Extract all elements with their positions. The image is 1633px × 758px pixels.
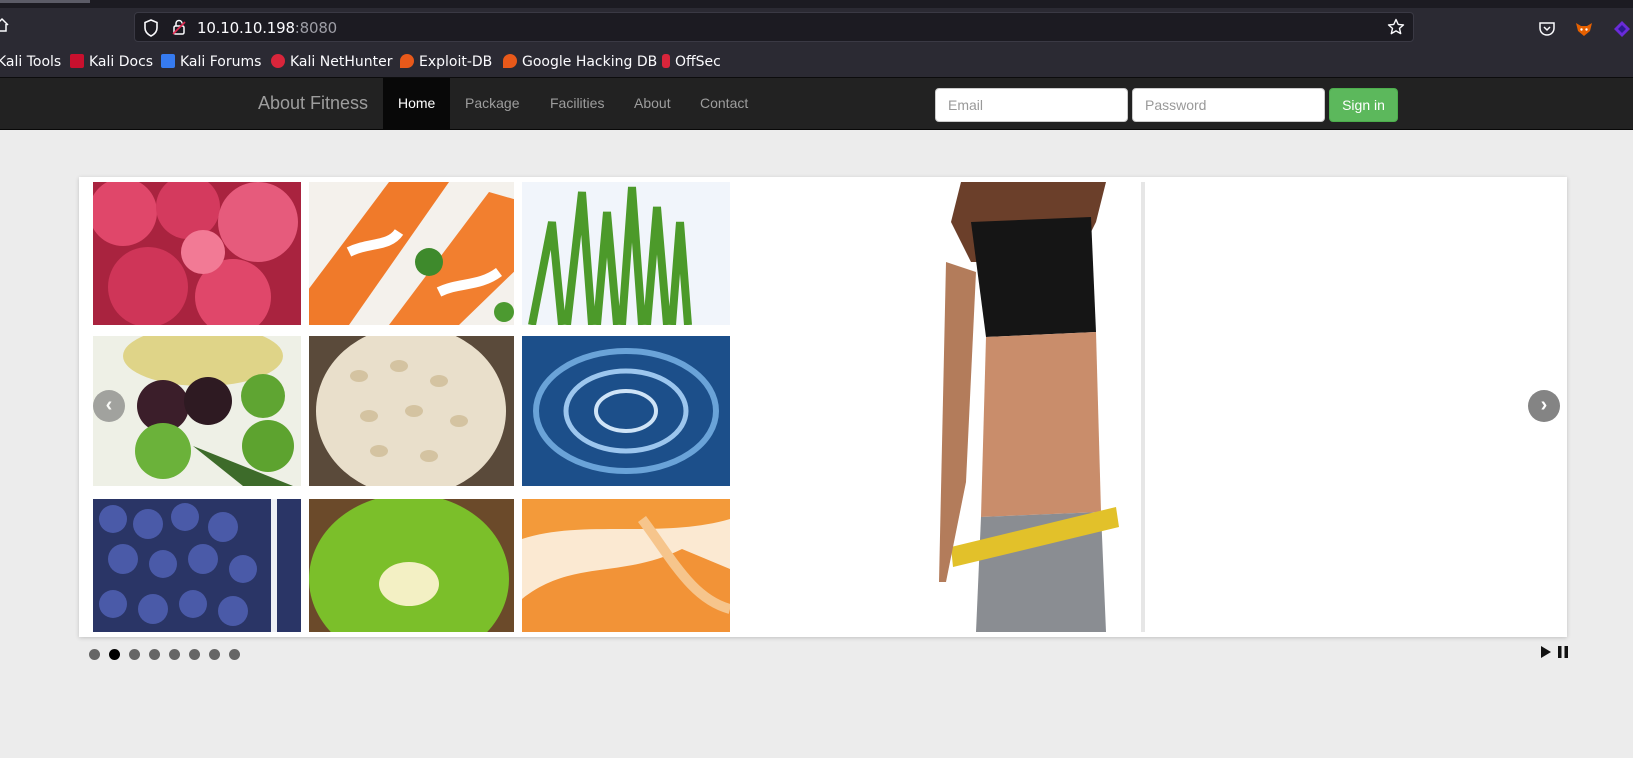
slider-dot[interactable]	[109, 649, 120, 660]
pause-icon[interactable]	[1558, 646, 1568, 658]
bookmark-label: OffSec	[675, 54, 721, 70]
bookmark-label: Kali Docs	[89, 54, 154, 70]
extension-purple-icon[interactable]	[1612, 20, 1632, 38]
browser-tab-strip	[0, 0, 1633, 8]
slider-dot[interactable]	[169, 649, 180, 660]
slider-dot[interactable]	[209, 649, 220, 660]
site-brand[interactable]: About Fitness	[258, 93, 368, 114]
bookmark-exploit-db[interactable]: Exploit-DB	[400, 54, 492, 70]
prev-chevron-icon: ‹	[105, 394, 113, 416]
slider-next-button[interactable]: ›	[1528, 390, 1560, 422]
bookmark-label: Kali Forums	[180, 54, 262, 70]
slider-dot[interactable]	[129, 649, 140, 660]
image-slider: ‹ ›	[79, 177, 1567, 637]
salmon-image	[309, 182, 514, 325]
nav-facilities[interactable]: Facilities	[535, 78, 619, 129]
url-text[interactable]: 10.10.10.198:8080	[197, 19, 337, 37]
nav-package[interactable]: Package	[450, 78, 534, 129]
insecure-lock-icon[interactable]	[171, 18, 187, 36]
blueberries-image	[93, 499, 301, 632]
play-icon[interactable]	[1541, 646, 1551, 658]
bookmark-kali-forums[interactable]: Kali Forums	[161, 54, 261, 70]
ghdb-icon	[503, 54, 517, 68]
nav-home[interactable]: Home	[383, 78, 451, 129]
home-icon[interactable]	[0, 17, 10, 33]
bookmark-google-hacking-db[interactable]: Google Hacking DB	[503, 54, 657, 70]
browser-toolbar: 10.10.10.198:8080	[0, 8, 1633, 46]
nethunter-icon	[271, 54, 285, 68]
cantaloupe-image	[522, 499, 730, 632]
exploit-db-icon	[400, 54, 414, 68]
fitness-woman-image	[891, 182, 1196, 632]
extension-fox-icon[interactable]	[1574, 20, 1594, 38]
url-host: 10.10.10.198	[197, 19, 295, 37]
bookmark-kali-tools[interactable]: Kali Tools	[0, 54, 61, 70]
url-bar[interactable]: 10.10.10.198:8080	[134, 12, 1414, 42]
offsec-icon	[662, 54, 670, 68]
sign-in-button[interactable]: Sign in	[1329, 88, 1398, 122]
kali-forums-icon	[161, 54, 175, 68]
active-tab-edge	[0, 0, 90, 3]
nav-contact[interactable]: Contact	[685, 78, 763, 129]
slider-prev-button[interactable]: ‹	[93, 390, 125, 422]
kali-docs-icon	[70, 54, 84, 68]
bookmark-label: Kali Tools	[0, 54, 62, 70]
bookmark-label: Google Hacking DB	[522, 54, 658, 70]
bookmark-offsec[interactable]: OffSec	[662, 54, 721, 70]
password-field[interactable]	[1132, 88, 1325, 122]
url-port: :8080	[294, 19, 338, 37]
kiwi-image	[309, 499, 514, 632]
next-chevron-icon: ›	[1540, 394, 1548, 416]
raspberries-image	[93, 182, 301, 325]
pocket-icon[interactable]	[1538, 20, 1556, 38]
bookmark-label: Exploit-DB	[419, 54, 493, 70]
bookmark-label: Kali NetHunter	[290, 54, 393, 70]
barley-image	[309, 336, 514, 486]
bookmark-kali-docs[interactable]: Kali Docs	[70, 54, 153, 70]
nav-about[interactable]: About	[619, 78, 686, 129]
slider-dot[interactable]	[89, 649, 100, 660]
bookmark-star-icon[interactable]	[1387, 18, 1405, 36]
site-navbar: About Fitness Home Package Facilities Ab…	[0, 78, 1633, 130]
bookmark-kali-nethunter[interactable]: Kali NetHunter	[271, 54, 392, 70]
slider-dot[interactable]	[229, 649, 240, 660]
tracking-shield-icon[interactable]	[143, 19, 159, 37]
bookmarks-toolbar: Kali Tools Kali Docs Kali Forums Kali Ne…	[0, 46, 1633, 78]
email-field[interactable]	[935, 88, 1128, 122]
wheatgrass-image	[522, 182, 730, 325]
water-ripple-image	[522, 336, 730, 486]
slider-dot[interactable]	[189, 649, 200, 660]
slider-dot[interactable]	[149, 649, 160, 660]
